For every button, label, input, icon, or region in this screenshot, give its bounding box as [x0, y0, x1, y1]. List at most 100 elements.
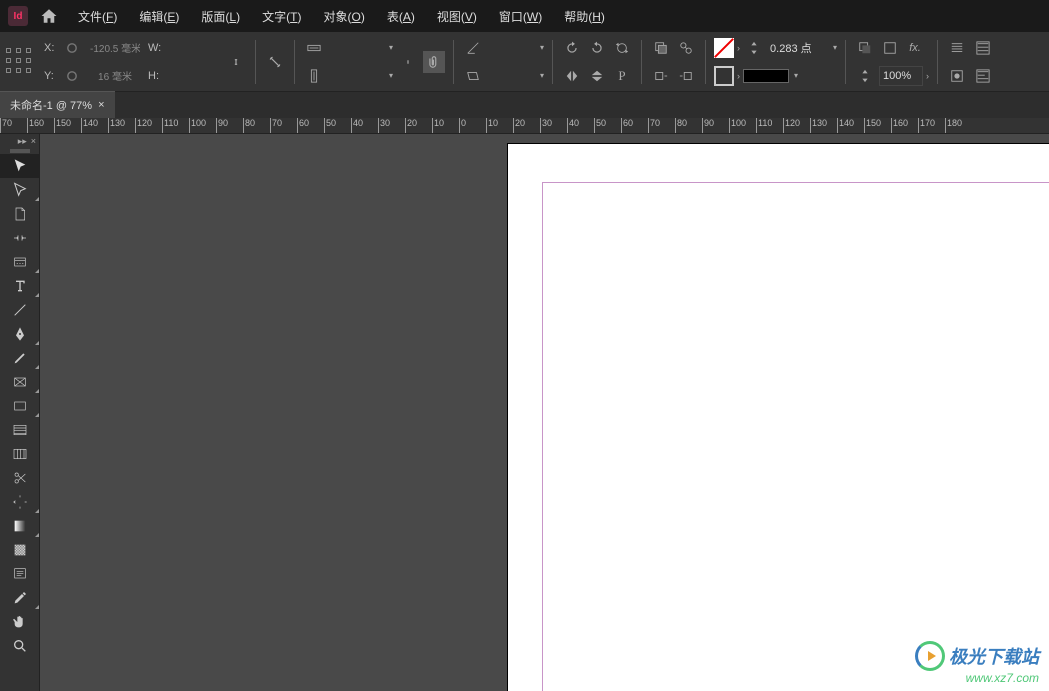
chevron-down-icon[interactable]: ▾ [389, 71, 393, 80]
close-tab-icon[interactable]: × [98, 99, 104, 111]
menu-table[interactable]: 表(A) [379, 4, 423, 29]
select-container-icon[interactable] [650, 37, 672, 59]
attach-group [423, 51, 445, 73]
document-tab[interactable]: 未命名-1 @ 77% × [0, 91, 115, 118]
chevron-down-icon[interactable]: ▾ [833, 43, 837, 52]
menu-help[interactable]: 帮助(H) [556, 4, 613, 29]
no-constraint-icon[interactable] [264, 51, 286, 73]
zoom-input[interactable] [879, 66, 923, 86]
table-vertical-tool[interactable] [0, 442, 40, 466]
x-input[interactable] [86, 38, 144, 58]
main-area: ▸▸ × [0, 134, 1049, 691]
pencil-tool[interactable] [0, 346, 40, 370]
direct-selection-tool[interactable] [0, 178, 40, 202]
stroke-stepper-icon[interactable] [743, 37, 765, 59]
select-next-icon[interactable] [675, 65, 697, 87]
stroke-weight-input[interactable] [768, 38, 828, 58]
chevron-down-icon[interactable]: ▾ [540, 71, 544, 80]
chevron-down-icon[interactable]: ▾ [540, 43, 544, 52]
divider [705, 40, 706, 84]
rotate-180-icon[interactable] [611, 37, 633, 59]
link-wh-icon[interactable] [225, 40, 247, 84]
select-prev-icon[interactable] [650, 65, 672, 87]
table-horizontal-tool[interactable] [0, 418, 40, 442]
page-margin-guide [542, 182, 1049, 691]
shear-icon [462, 65, 484, 87]
selection-tool[interactable] [0, 154, 40, 178]
link-scale-icon[interactable] [397, 40, 419, 84]
arrange-group [650, 36, 697, 88]
shear-input[interactable] [487, 66, 535, 86]
flip-v-icon[interactable] [586, 65, 608, 87]
attach-icon[interactable] [423, 51, 445, 73]
stroke-color-swatch[interactable] [714, 66, 734, 86]
document-page [508, 144, 1049, 691]
flip-h-icon[interactable] [561, 65, 583, 87]
rotate-cw-icon[interactable] [561, 37, 583, 59]
rotate-ccw-icon[interactable] [586, 37, 608, 59]
collapse-icon[interactable]: ▸▸ [18, 136, 27, 147]
chevron-right-icon[interactable]: › [926, 71, 929, 81]
content-collector-tool[interactable] [0, 250, 40, 274]
line-tool[interactable] [0, 298, 40, 322]
y-input[interactable] [86, 66, 144, 86]
menu-object[interactable]: 对象(O) [315, 4, 372, 29]
gradient-swatch-tool[interactable] [0, 514, 40, 538]
align-panel2-icon[interactable] [972, 65, 994, 87]
hand-tool[interactable] [0, 610, 40, 634]
scale-x-icon [303, 37, 325, 59]
divider [552, 40, 553, 84]
dropshadow-icon[interactable] [854, 37, 876, 59]
h-input[interactable] [165, 66, 221, 86]
gradient-feather-tool[interactable] [0, 538, 40, 562]
document-tabbar: 未命名-1 @ 77% × [0, 92, 1049, 118]
fill-none-swatch[interactable] [714, 38, 734, 58]
reference-point-grid[interactable] [6, 48, 34, 76]
menu-layout[interactable]: 版面(L) [193, 4, 248, 29]
rectangle-frame-tool[interactable] [0, 370, 40, 394]
horizontal-ruler: 7016015014013012011010090807060504030201… [0, 118, 1049, 134]
chevron-right-icon[interactable]: › [737, 43, 740, 53]
rectangle-tool[interactable] [0, 394, 40, 418]
note-tool[interactable] [0, 562, 40, 586]
scale-x-input[interactable] [328, 38, 384, 58]
type-tool[interactable] [0, 274, 40, 298]
gap-tool[interactable] [0, 226, 40, 250]
chevron-down-icon[interactable]: ▾ [794, 71, 798, 80]
fx-group: fx. › [854, 36, 929, 88]
close-panel-icon[interactable]: × [31, 136, 36, 146]
wrap-none-icon[interactable] [946, 37, 968, 59]
fx-icon[interactable]: fx. [904, 37, 926, 59]
menu-window[interactable]: 窗口(W) [491, 4, 550, 29]
divider [255, 40, 256, 84]
divider [453, 40, 454, 84]
rotate-input[interactable] [487, 38, 535, 58]
zoom-tool[interactable] [0, 634, 40, 658]
scissors-tool[interactable] [0, 466, 40, 490]
document-tab-title: 未命名-1 @ 77% [10, 97, 92, 113]
home-icon[interactable] [40, 7, 58, 25]
menu-edit[interactable]: 编辑(E) [131, 4, 187, 29]
canvas-area[interactable]: 极光下载站 www.xz7.com [40, 134, 1049, 691]
page-tool[interactable] [0, 202, 40, 226]
opacity-icon[interactable] [879, 37, 901, 59]
menu-type[interactable]: 文字(T) [254, 4, 309, 29]
placement-p-icon[interactable]: P [611, 65, 633, 87]
app-id-icon: Id [8, 6, 28, 26]
wrap-mode-icon[interactable] [946, 65, 968, 87]
stroke-style-swatch[interactable] [743, 69, 789, 83]
menu-file[interactable]: 文件(F) [70, 4, 125, 29]
select-content-icon[interactable] [675, 37, 697, 59]
w-input[interactable] [165, 38, 221, 58]
chevron-right-icon[interactable]: › [737, 71, 740, 81]
scale-y-input[interactable] [328, 66, 384, 86]
free-transform-tool[interactable] [0, 490, 40, 514]
menu-view[interactable]: 视图(V) [429, 4, 485, 29]
align-panel-icon[interactable] [972, 37, 994, 59]
x-label: X: [44, 42, 58, 54]
zoom-stepper-icon[interactable] [854, 65, 876, 87]
chevron-down-icon[interactable]: ▾ [389, 43, 393, 52]
pen-tool[interactable] [0, 322, 40, 346]
eyedropper-tool[interactable] [0, 586, 40, 610]
y-label: Y: [44, 70, 58, 82]
